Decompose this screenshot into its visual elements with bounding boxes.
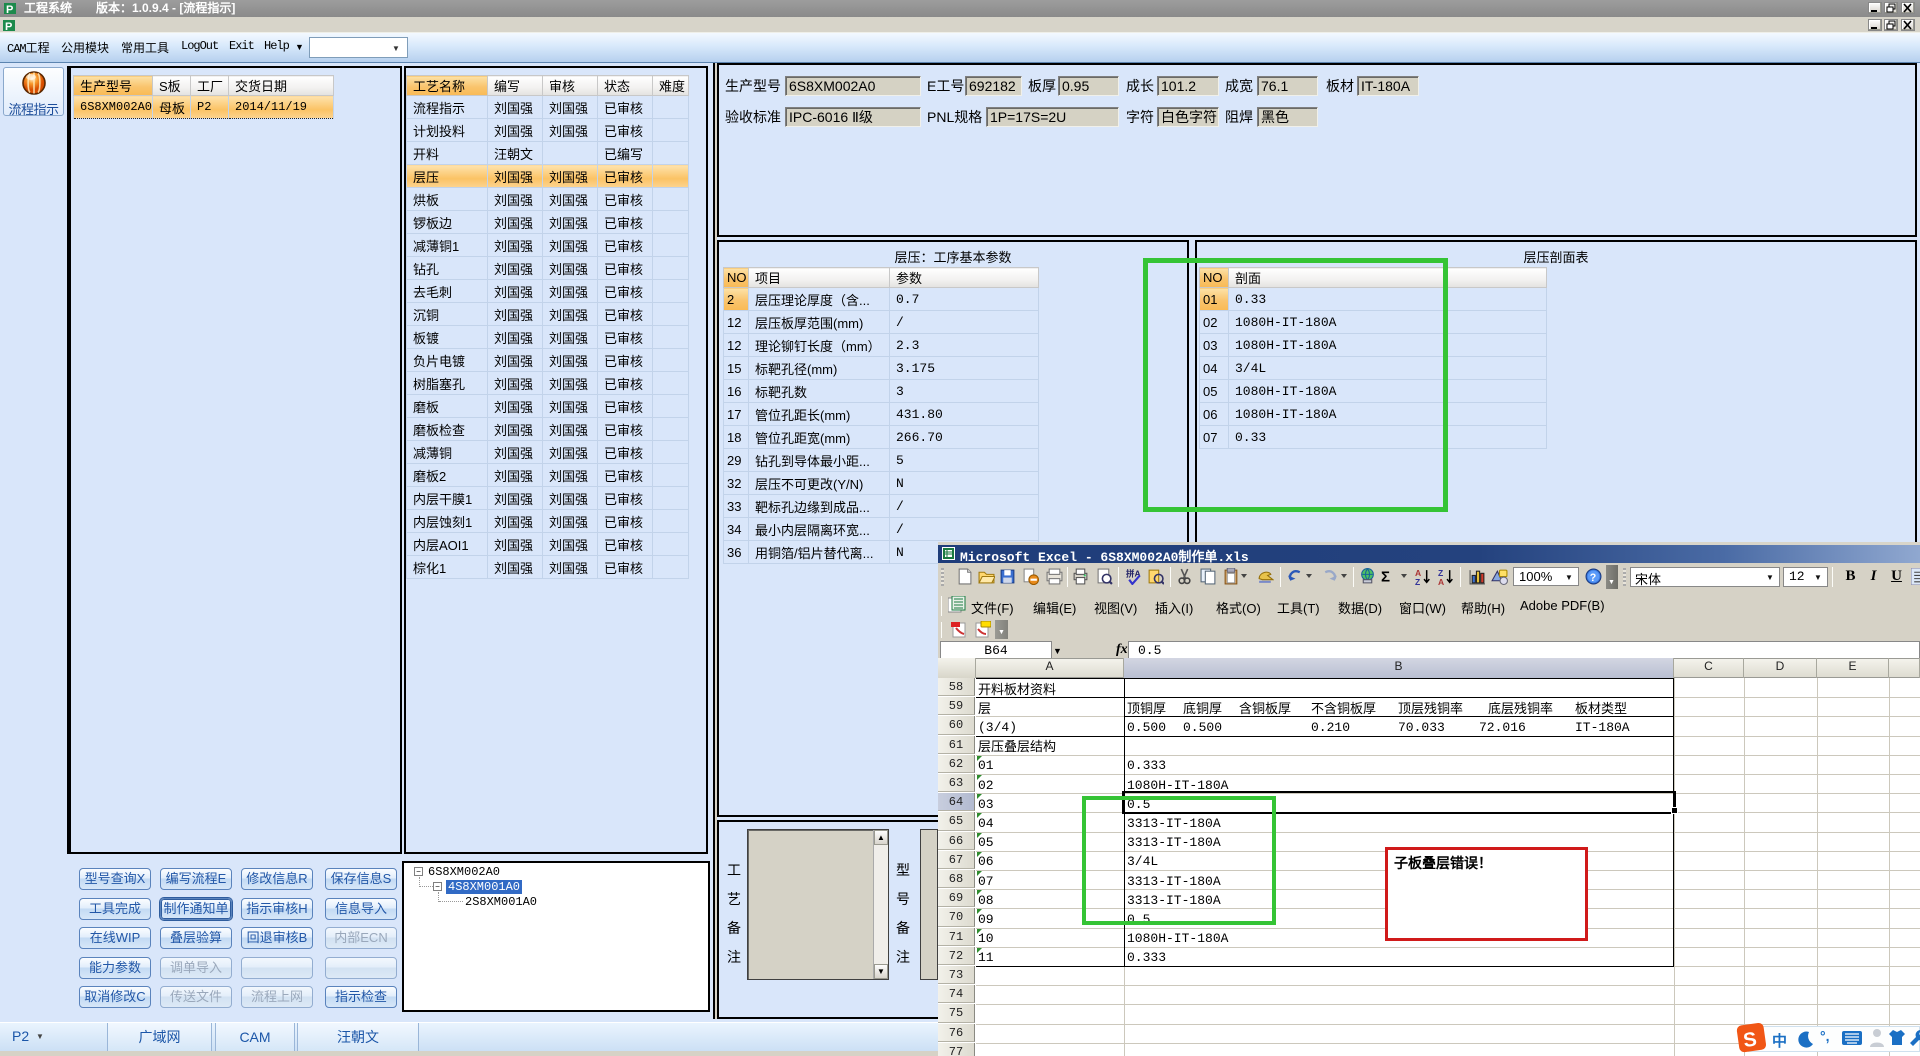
svg-text:A: A — [1438, 577, 1444, 585]
svg-text:P: P — [6, 4, 13, 16]
svg-text:P: P — [5, 21, 12, 33]
svg-text:?: ? — [1590, 572, 1596, 584]
svg-text:Σ: Σ — [1381, 569, 1390, 586]
svg-text:Z: Z — [1415, 577, 1420, 585]
